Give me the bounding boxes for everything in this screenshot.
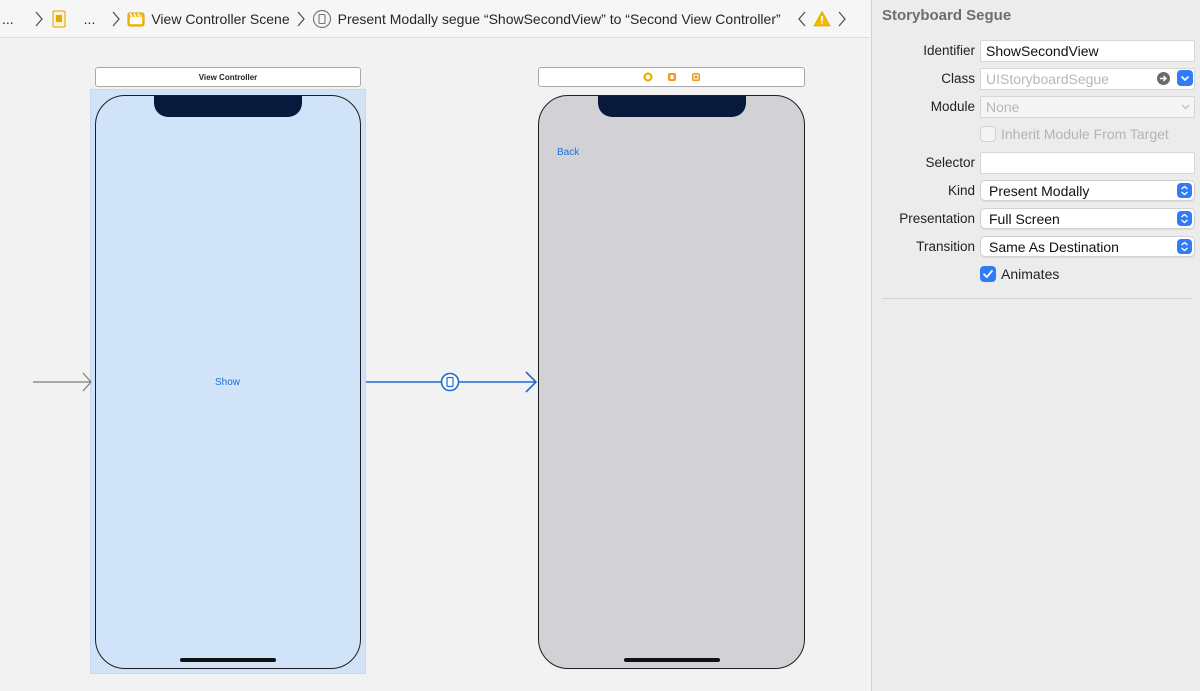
chevron-right-icon[interactable] [835,9,849,29]
presentation-value: Full Screen [989,211,1060,227]
module-row: Module [872,96,1200,118]
animates-checkbox[interactable] [980,266,996,282]
updown-chevron-icon [1177,183,1192,198]
class-label: Class [941,71,975,86]
storyboard-file-icon [50,10,68,28]
checkmark-icon [983,270,993,278]
identifier-field[interactable] [980,40,1195,62]
chevron-down-icon[interactable] [1178,99,1193,114]
segue-icon[interactable] [440,372,460,392]
breadcrumb-scene[interactable]: View Controller Scene [151,11,289,27]
xcode-window: ... ... View Controller Scene Present Mo… [0,0,1200,691]
kind-value: Present Modally [989,183,1090,199]
chevron-right-icon [32,9,46,29]
jump-bar: ... ... View Controller Scene Present Mo… [0,0,870,38]
segue-overlay [33,371,538,393]
selector-label: Selector [925,155,975,170]
chevron-right-icon [109,9,123,29]
identifier-row: Identifier [872,40,1200,62]
storyboard-canvas[interactable]: View Controller Show Back [0,39,870,691]
updown-chevron-icon [1177,239,1192,254]
attributes-inspector: Storyboard Segue Identifier Class Module [871,0,1200,691]
inherit-module-label: Inherit Module From Target [1001,126,1169,142]
initial-view-controller-arrow [33,372,92,392]
animates-label: Animates [1001,266,1060,282]
inspector-divider [882,298,1192,299]
transition-label: Transition [916,239,975,254]
breadcrumb-storyboard[interactable]: ... [84,11,96,27]
animates-row: Animates [872,263,1200,285]
kind-label: Kind [947,183,975,198]
scene-icon [127,10,145,28]
selector-field[interactable] [980,152,1195,174]
breadcrumb-project[interactable]: ... [2,11,14,27]
arrow-right-circle-icon[interactable] [1157,72,1170,85]
presentation-label: Presentation [899,211,975,226]
updown-chevron-icon [1177,211,1192,226]
warning-icon[interactable] [813,10,831,28]
presentation-row: Presentation Full Screen [872,208,1200,230]
segue-icon [312,9,332,29]
class-row: Class [872,68,1200,90]
selector-row: Selector [872,152,1200,174]
kind-popup[interactable]: Present Modally [980,180,1195,201]
inspector-title: Storyboard Segue [882,7,1012,24]
module-label: Module [930,99,975,114]
chevron-down-icon[interactable] [1177,70,1193,86]
chevron-left-icon[interactable] [795,9,809,29]
inherit-module-checkbox[interactable] [980,126,996,142]
module-field[interactable] [980,96,1195,118]
transition-value: Same As Destination [989,239,1119,255]
transition-popup[interactable]: Same As Destination [980,236,1195,257]
chevron-right-icon [294,9,308,29]
kind-row: Kind Present Modally [872,180,1200,202]
identifier-label: Identifier [923,43,975,58]
transition-row: Transition Same As Destination [872,236,1200,258]
presentation-popup[interactable]: Full Screen [980,208,1195,229]
breadcrumb-segue[interactable]: Present Modally segue “ShowSecondView” t… [338,11,781,27]
inherit-module-row: Inherit Module From Target [872,123,1200,145]
